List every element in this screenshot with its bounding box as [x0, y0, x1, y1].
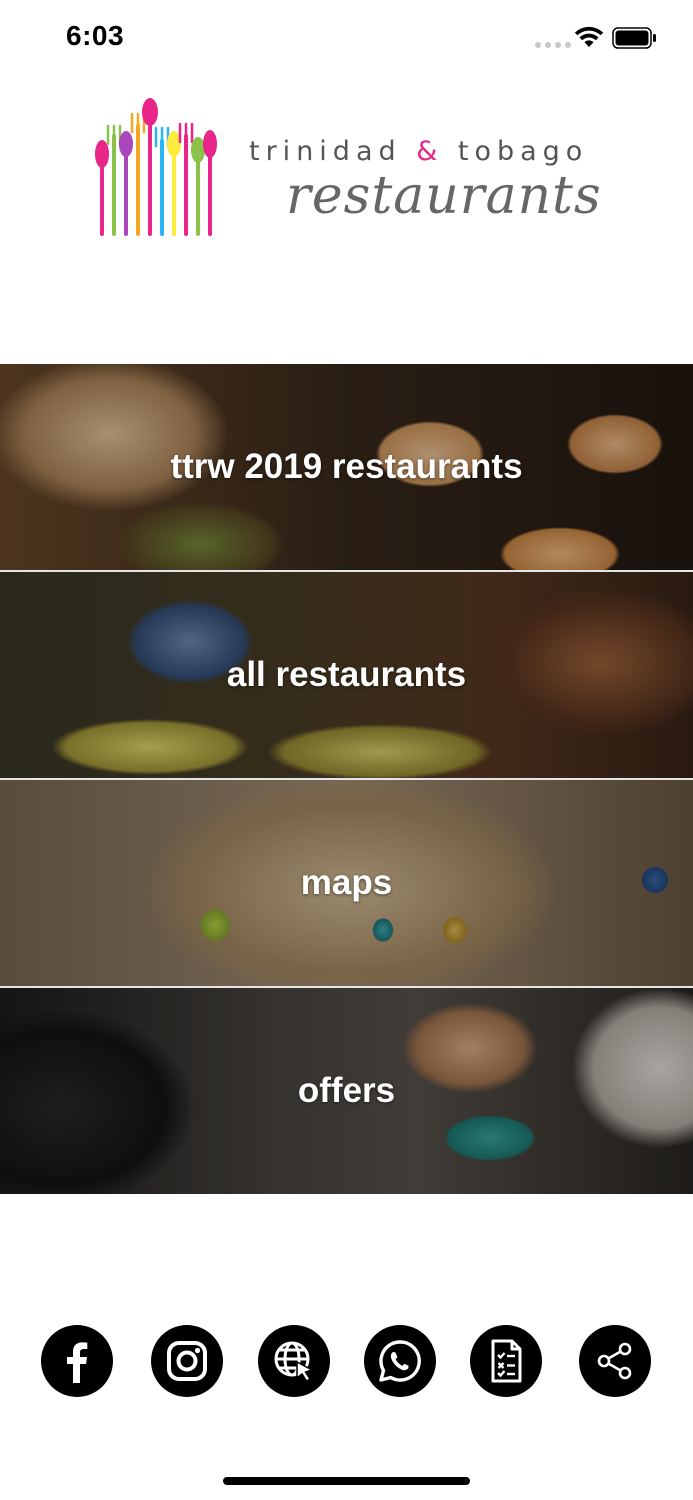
- app-logo: trinidad & tobago restaurants: [94, 96, 614, 241]
- main-menu: ttrw 2019 restaurants all restaurants ma…: [0, 364, 693, 1194]
- share-icon: [597, 1342, 632, 1380]
- menu-tile-ttrw-2019-restaurants[interactable]: ttrw 2019 restaurants: [0, 364, 693, 572]
- logo-title-line1: trinidad & tobago: [249, 136, 589, 167]
- whatsapp-icon: [379, 1340, 421, 1382]
- instagram-button[interactable]: [151, 1325, 223, 1397]
- facebook-button[interactable]: [41, 1325, 113, 1397]
- website-button[interactable]: [258, 1325, 330, 1397]
- status-bar: 6:03: [0, 0, 693, 80]
- menu-tile-label: offers: [297, 1071, 396, 1110]
- menu-tile-all-restaurants[interactable]: all restaurants: [0, 572, 693, 780]
- menu-tile-maps[interactable]: maps: [0, 780, 693, 988]
- home-indicator[interactable]: [223, 1477, 470, 1485]
- document-icon: [491, 1339, 522, 1383]
- whatsapp-button[interactable]: [364, 1325, 436, 1397]
- wifi-icon: [574, 26, 604, 47]
- menu-tile-label: maps: [300, 863, 393, 902]
- menu-tile-offers[interactable]: offers: [0, 988, 693, 1194]
- share-button[interactable]: [579, 1325, 651, 1397]
- cutlery-logo-icon: [95, 98, 217, 236]
- menu-tile-label: all restaurants: [226, 655, 467, 694]
- document-button[interactable]: [470, 1325, 542, 1397]
- battery-icon: [612, 27, 656, 49]
- website-icon: [274, 1341, 314, 1383]
- cellular-signal-icon: [535, 42, 571, 48]
- logo-title-line2: restaurants: [286, 166, 602, 226]
- instagram-icon: [167, 1341, 207, 1381]
- facebook-icon: [67, 1342, 88, 1383]
- menu-tile-label: ttrw 2019 restaurants: [170, 447, 523, 486]
- status-time: 6:03: [66, 20, 125, 51]
- social-links-bar: [0, 1325, 693, 1397]
